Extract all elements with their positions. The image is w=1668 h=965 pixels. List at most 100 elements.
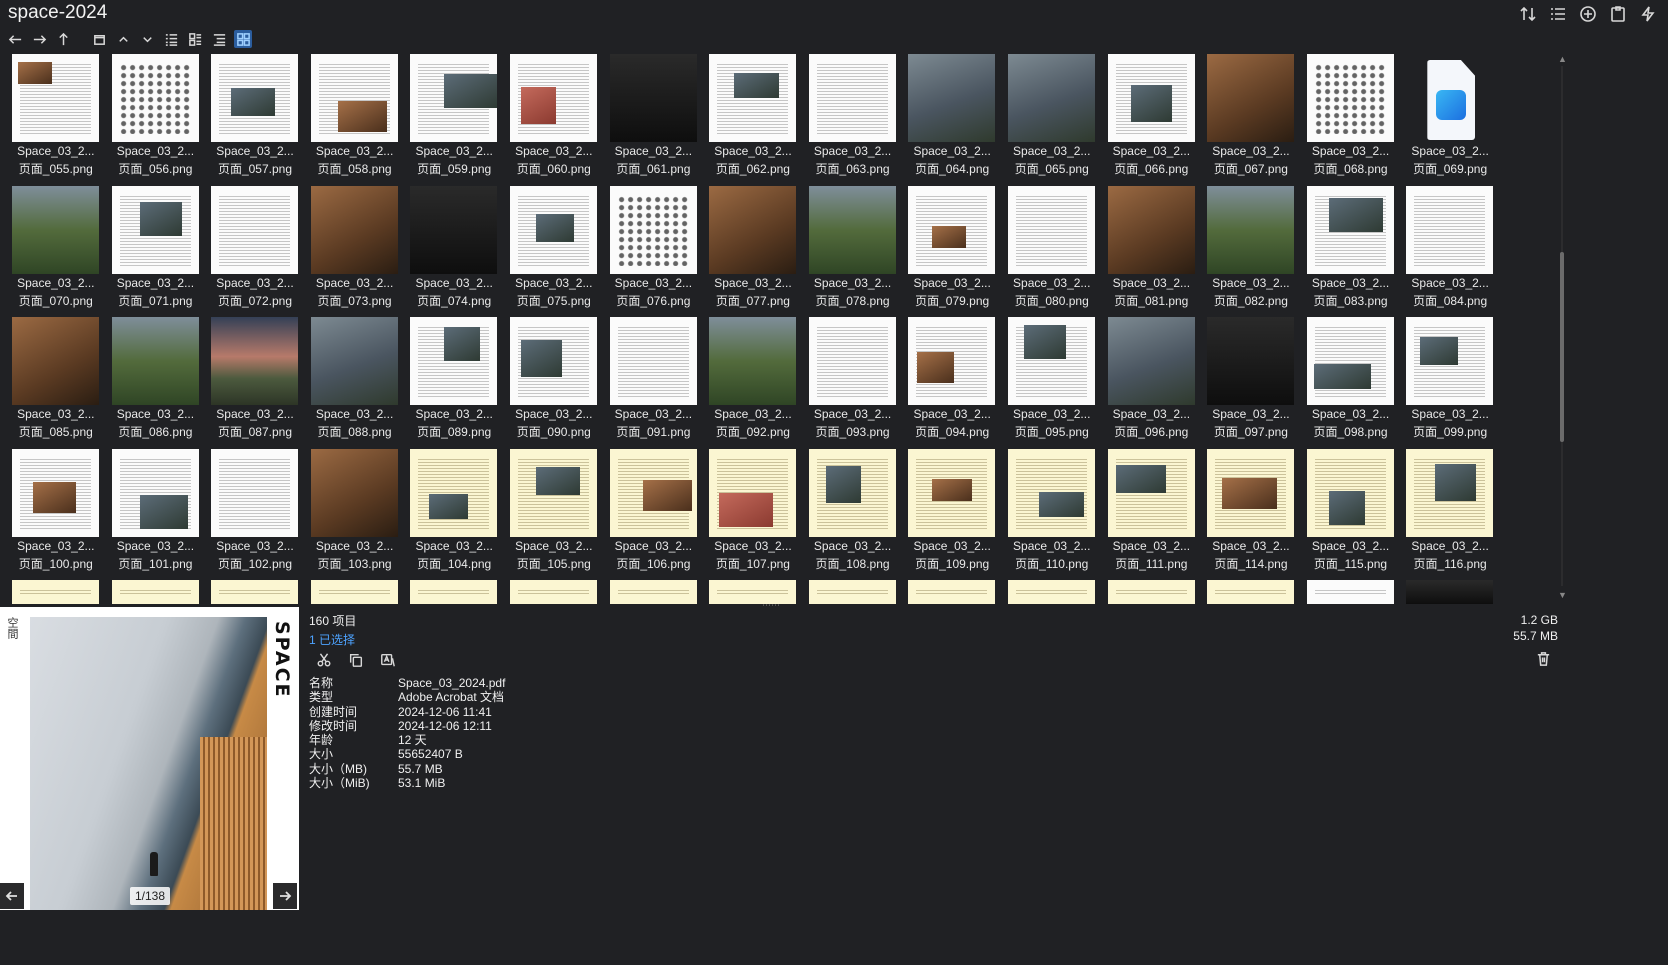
file-tile[interactable]: Space_03_2... 页面_108.png	[805, 447, 901, 579]
file-tile[interactable]: Space_03_2... 页面_116.png	[1402, 447, 1498, 579]
file-tile[interactable]	[307, 578, 403, 604]
file-tile[interactable]: Space_03_2... 页面_063.png	[805, 52, 901, 184]
file-tile[interactable]: Space_03_2... 页面_114.png	[1203, 447, 1299, 579]
file-tile[interactable]: Space_03_2... 页面_085.png	[8, 315, 104, 447]
file-tile[interactable]: Space_03_2... 页面_080.png	[1004, 184, 1100, 316]
tiles-view-icon[interactable]	[186, 30, 204, 48]
list-view-icon[interactable]	[210, 30, 228, 48]
scroll-down-icon[interactable]: ▼	[1558, 590, 1567, 600]
file-tile[interactable]	[108, 578, 204, 604]
file-tile[interactable]: Space_03_2... 页面_091.png	[606, 315, 702, 447]
file-tile[interactable]: Space_03_2... 页面_100.png	[8, 447, 104, 579]
file-tile[interactable]: Space_03_2... 页面_057.png	[207, 52, 303, 184]
file-tile[interactable]: Space_03_2... 页面_092.png	[705, 315, 801, 447]
previous-page-button[interactable]	[0, 883, 24, 909]
file-tile[interactable]: Space_03_2... 页面_062.png	[705, 52, 801, 184]
file-tile[interactable]: Space_03_2... 页面_060.png	[506, 52, 602, 184]
file-tile[interactable]	[1104, 578, 1200, 604]
file-tile[interactable]: Space_03_2... 页面_074.png	[406, 184, 502, 316]
file-tile[interactable]: Space_03_2... 页面_094.png	[904, 315, 1000, 447]
details-view-icon[interactable]	[162, 30, 180, 48]
file-tile[interactable]	[207, 578, 303, 604]
delete-button[interactable]	[1535, 650, 1552, 672]
file-tile[interactable]	[1303, 578, 1399, 604]
file-tile[interactable]: Space_03_2... 页面_081.png	[1104, 184, 1200, 316]
file-tile[interactable]	[904, 578, 1000, 604]
add-circle-icon[interactable]	[1578, 4, 1598, 24]
file-tile[interactable]: Space_03_2... 页面_103.png	[307, 447, 403, 579]
file-tile[interactable]: Space_03_2... 页面_056.png	[108, 52, 204, 184]
file-tile[interactable]: Space_03_2... 页面_076.png	[606, 184, 702, 316]
file-tile[interactable]: Space_03_2... 页面_077.png	[705, 184, 801, 316]
file-tile[interactable]	[805, 578, 901, 604]
vertical-scrollbar[interactable]: ▲ ▼	[1556, 52, 1568, 604]
file-tile[interactable]: Space_03_2... 页面_069.png	[1402, 52, 1498, 184]
file-tile[interactable]: Space_03_2... 页面_075.png	[506, 184, 602, 316]
file-tile[interactable]: Space_03_2... 页面_070.png	[8, 184, 104, 316]
file-tile[interactable]: Space_03_2... 页面_058.png	[307, 52, 403, 184]
file-tile[interactable]: Space_03_2... 页面_055.png	[8, 52, 104, 184]
file-tile[interactable]: Space_03_2... 页面_084.png	[1402, 184, 1498, 316]
file-tile[interactable]: Space_03_2... 页面_098.png	[1303, 315, 1399, 447]
file-tile[interactable]: Space_03_2... 页面_099.png	[1402, 315, 1498, 447]
file-tile[interactable]	[1402, 578, 1498, 604]
scrollbar-thumb[interactable]	[1560, 252, 1564, 442]
file-tile[interactable]	[406, 578, 502, 604]
up-arrow-icon[interactable]	[54, 30, 72, 48]
file-tile[interactable]: Space_03_2... 页面_072.png	[207, 184, 303, 316]
window-icon[interactable]	[90, 30, 108, 48]
next-page-button[interactable]	[273, 883, 297, 909]
file-tile[interactable]: Space_03_2... 页面_061.png	[606, 52, 702, 184]
clipboard-icon[interactable]	[1608, 4, 1628, 24]
file-tile[interactable]: Space_03_2... 页面_105.png	[506, 447, 602, 579]
file-tile[interactable]: Space_03_2... 页面_102.png	[207, 447, 303, 579]
chevron-up-icon[interactable]	[114, 30, 132, 48]
forward-arrow-icon[interactable]	[30, 30, 48, 48]
file-tile[interactable]: Space_03_2... 页面_093.png	[805, 315, 901, 447]
file-tile[interactable]: Space_03_2... 页面_083.png	[1303, 184, 1399, 316]
translate-icon[interactable]	[378, 650, 398, 670]
copy-icon[interactable]	[346, 650, 366, 670]
file-tile[interactable]	[606, 578, 702, 604]
file-tile[interactable]: Space_03_2... 页面_107.png	[705, 447, 801, 579]
file-tile[interactable]: Space_03_2... 页面_071.png	[108, 184, 204, 316]
file-tile[interactable]: Space_03_2... 页面_079.png	[904, 184, 1000, 316]
file-tile[interactable]: Space_03_2... 页面_064.png	[904, 52, 1000, 184]
cut-icon[interactable]	[314, 650, 334, 670]
file-tile[interactable]: Space_03_2... 页面_067.png	[1203, 52, 1299, 184]
file-tile[interactable]: Space_03_2... 页面_110.png	[1004, 447, 1100, 579]
file-tile[interactable]	[506, 578, 602, 604]
file-tile[interactable]: Space_03_2... 页面_101.png	[108, 447, 204, 579]
list-settings-icon[interactable]	[1548, 4, 1568, 24]
file-tile[interactable]: Space_03_2... 页面_096.png	[1104, 315, 1200, 447]
file-tile[interactable]: Space_03_2... 页面_059.png	[406, 52, 502, 184]
file-tile[interactable]: Space_03_2... 页面_073.png	[307, 184, 403, 316]
file-tile[interactable]: Space_03_2... 页面_082.png	[1203, 184, 1299, 316]
scroll-up-icon[interactable]: ▲	[1558, 54, 1567, 64]
chevron-down-icon[interactable]	[138, 30, 156, 48]
selected-count[interactable]: 1 已选择	[309, 631, 356, 648]
file-tile[interactable]: Space_03_2... 页面_095.png	[1004, 315, 1100, 447]
file-tile[interactable]: Space_03_2... 页面_106.png	[606, 447, 702, 579]
file-tile[interactable]: Space_03_2... 页面_087.png	[207, 315, 303, 447]
file-tile[interactable]: Space_03_2... 页面_104.png	[406, 447, 502, 579]
file-tile[interactable]: Space_03_2... 页面_066.png	[1104, 52, 1200, 184]
file-tile[interactable]: Space_03_2... 页面_078.png	[805, 184, 901, 316]
file-tile[interactable]: Space_03_2... 页面_068.png	[1303, 52, 1399, 184]
sort-icon[interactable]	[1518, 4, 1538, 24]
back-arrow-icon[interactable]	[6, 30, 24, 48]
file-tile[interactable]	[8, 578, 104, 604]
file-tile[interactable]	[1004, 578, 1100, 604]
thumbnails-view-icon[interactable]	[234, 30, 252, 48]
file-tile[interactable]: Space_03_2... 页面_090.png	[506, 315, 602, 447]
file-tile[interactable]: Space_03_2... 页面_097.png	[1203, 315, 1299, 447]
file-tile[interactable]: Space_03_2... 页面_065.png	[1004, 52, 1100, 184]
file-tile[interactable]: Space_03_2... 页面_109.png	[904, 447, 1000, 579]
file-tile[interactable]: Space_03_2... 页面_111.png	[1104, 447, 1200, 579]
pane-splitter[interactable]: ⋯⋯	[746, 600, 796, 610]
file-tile[interactable]: Space_03_2... 页面_088.png	[307, 315, 403, 447]
file-tile[interactable]: Space_03_2... 页面_115.png	[1303, 447, 1399, 579]
file-tile[interactable]: Space_03_2... 页面_089.png	[406, 315, 502, 447]
lightning-icon[interactable]	[1638, 4, 1658, 24]
file-tile[interactable]: Space_03_2... 页面_086.png	[108, 315, 204, 447]
